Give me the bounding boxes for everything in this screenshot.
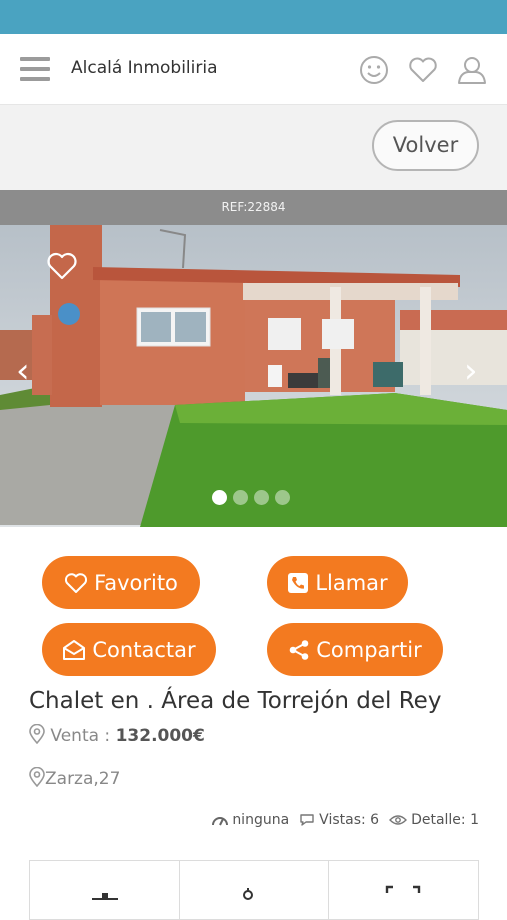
menu-icon[interactable]: [20, 57, 50, 81]
price-prefix: Venta :: [50, 726, 116, 746]
feature-icon: [92, 893, 118, 900]
back-button[interactable]: Volver: [372, 120, 479, 171]
carousel-dot[interactable]: [254, 490, 269, 505]
price-value: 132.000€: [115, 726, 205, 746]
features-grid: [29, 860, 479, 920]
toolbar: Volver: [0, 105, 507, 190]
next-photo-icon[interactable]: ›: [464, 354, 478, 388]
contact-button[interactable]: Contactar: [42, 623, 216, 676]
favorite-button[interactable]: Favorito: [42, 556, 200, 609]
feature-cell: [180, 861, 330, 919]
favorite-heart-icon[interactable]: [46, 251, 78, 281]
comment-icon: [300, 814, 314, 826]
listing-title: Chalet en . Área de Torrejón del Rey: [29, 688, 442, 714]
detail-count: Detalle: 1: [389, 812, 479, 828]
favorite-label: Favorito: [94, 570, 178, 595]
expand-icon: [386, 885, 421, 893]
energy-rating: ninguna: [212, 812, 289, 828]
reference-bar: REF:22884: [0, 190, 507, 225]
call-label: Llamar: [315, 570, 388, 595]
listing-stats: ninguna Vistas: 6 Detalle: 1: [212, 812, 479, 828]
phone-icon: [288, 572, 309, 593]
eye-icon: [389, 815, 408, 825]
previous-photo-icon[interactable]: ‹: [16, 354, 30, 388]
smiley-icon[interactable]: [358, 54, 390, 86]
location-pin-icon: [29, 723, 45, 745]
share-label: Compartir: [316, 637, 422, 662]
views-label: Vistas: 6: [319, 812, 380, 828]
price-line: Venta : 132.000€: [29, 723, 205, 746]
carousel-dot[interactable]: [233, 490, 248, 505]
share-icon: [289, 639, 309, 660]
feature-icon: [242, 888, 253, 900]
location-pin-icon: [29, 766, 45, 788]
carousel-indicator: [212, 490, 290, 505]
address-line: Zarza,27: [29, 766, 121, 789]
heart-outline-icon: [65, 572, 88, 593]
feature-cell: [30, 861, 180, 919]
property-photo-carousel[interactable]: ‹ ›: [0, 225, 507, 527]
address-value: Zarza,27: [45, 769, 121, 789]
share-button[interactable]: Compartir: [267, 623, 443, 676]
user-icon[interactable]: [456, 54, 488, 86]
feature-cell: [329, 861, 478, 919]
views-count: Vistas: 6: [299, 812, 379, 828]
call-button[interactable]: Llamar: [267, 556, 408, 609]
carousel-dot[interactable]: [275, 490, 290, 505]
app-header: Alcalá Inmobiliria: [0, 34, 507, 105]
gauge-icon: [212, 817, 229, 826]
energy-value: ninguna: [232, 812, 290, 828]
app-title: Alcalá Inmobiliria: [71, 58, 218, 78]
contact-label: Contactar: [92, 637, 196, 662]
heart-icon[interactable]: [407, 54, 439, 86]
carousel-dot[interactable]: [212, 490, 227, 505]
envelope-open-icon: [63, 639, 86, 660]
detail-label: Detalle: 1: [411, 812, 479, 828]
status-bar: [0, 0, 507, 34]
